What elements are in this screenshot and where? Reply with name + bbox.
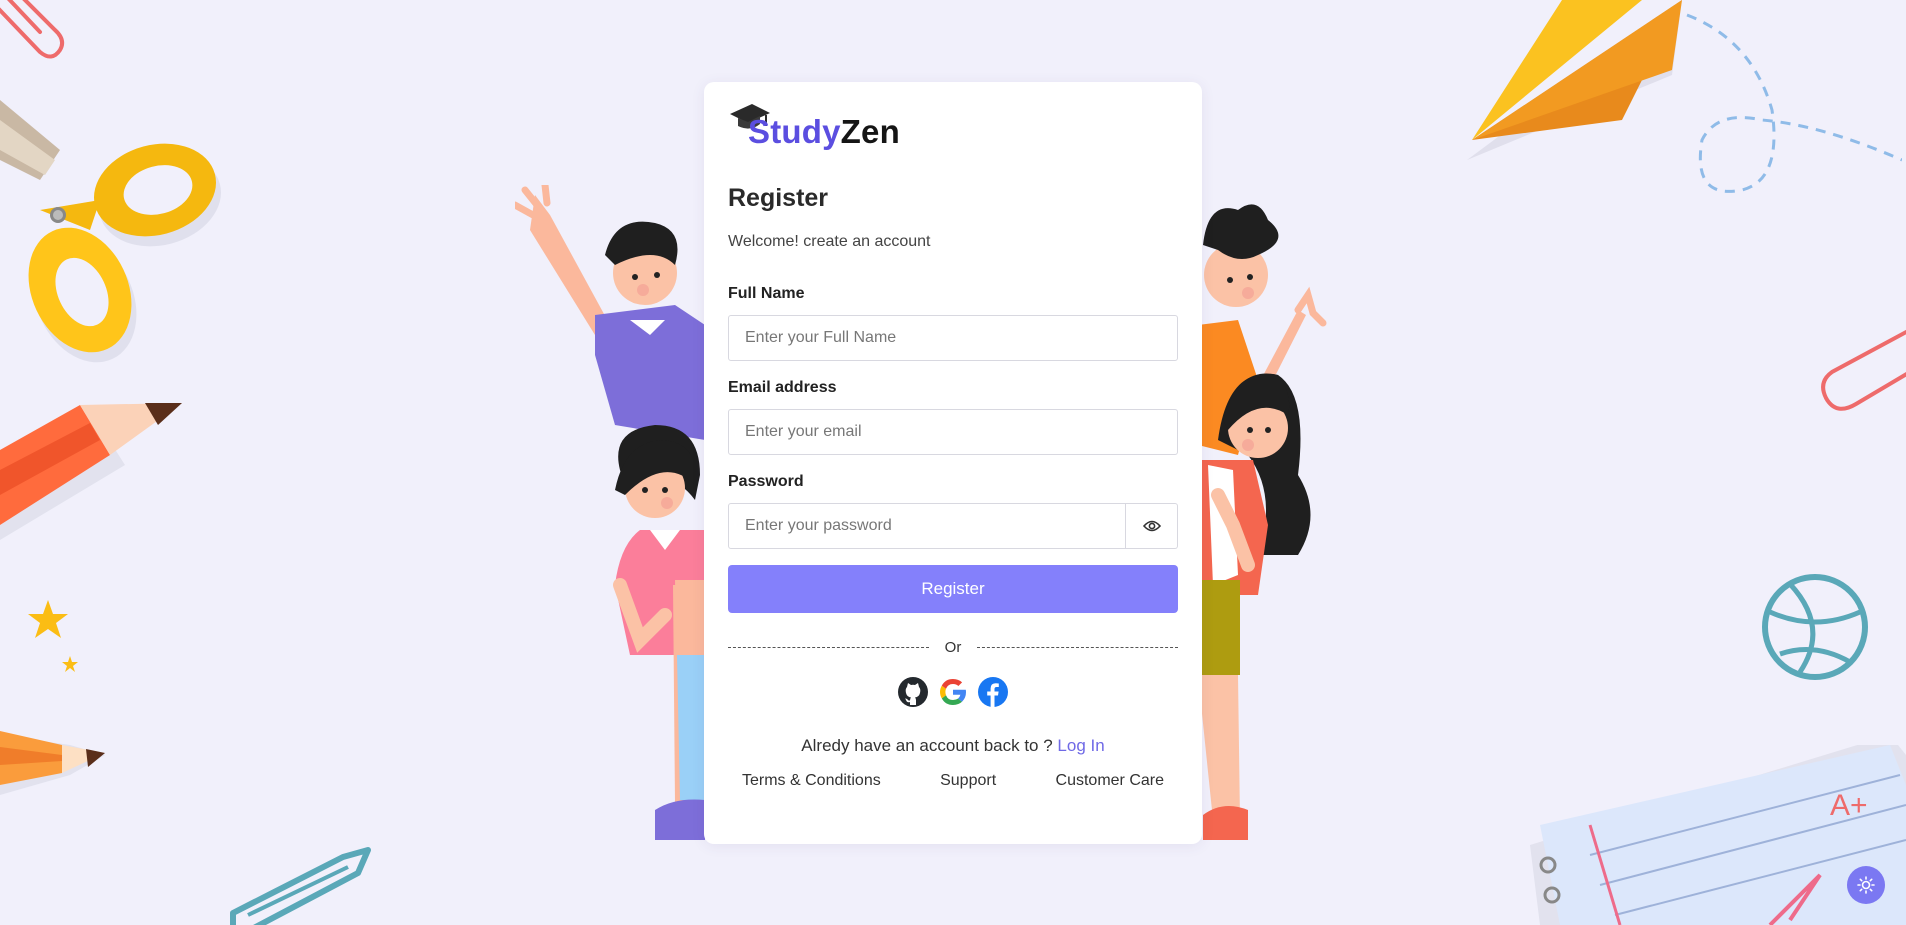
notebook-illustration: A+ bbox=[1530, 745, 1906, 925]
fullname-label: Full Name bbox=[728, 285, 805, 302]
divider-text: Or bbox=[944, 639, 962, 656]
students-left-illustration bbox=[515, 185, 705, 840]
divider-line-right bbox=[977, 647, 1179, 648]
login-prompt: Alredy have an account back to ? Log In bbox=[728, 736, 1178, 756]
theme-toggle-button[interactable] bbox=[1847, 866, 1885, 904]
facebook-login-button[interactable] bbox=[977, 676, 1009, 708]
email-label: Email address bbox=[728, 379, 837, 396]
register-card: StudyZen Register Welcome! create an acc… bbox=[704, 82, 1202, 844]
or-divider: Or bbox=[728, 639, 1179, 656]
login-link[interactable]: Log In bbox=[1057, 736, 1104, 755]
social-login-row bbox=[728, 676, 1178, 708]
toggle-password-button[interactable] bbox=[1126, 503, 1178, 549]
brand-name: StudyZen bbox=[748, 112, 900, 152]
sun-icon bbox=[1857, 876, 1875, 894]
pencil-small-illustration bbox=[0, 731, 105, 795]
brand-logo: StudyZen bbox=[730, 104, 1178, 152]
page-title: Register bbox=[728, 184, 829, 212]
page-subtitle: Welcome! create an account bbox=[728, 233, 931, 250]
paper-plane-illustration bbox=[1467, 0, 1902, 193]
login-prompt-text: Alredy have an account back to ? bbox=[801, 736, 1053, 755]
google-login-button[interactable] bbox=[937, 676, 969, 708]
brand-name-part1: Study bbox=[748, 113, 841, 150]
divider-line-left bbox=[728, 647, 929, 648]
password-label: Password bbox=[728, 473, 804, 490]
facebook-icon bbox=[978, 677, 1008, 707]
support-link[interactable]: Support bbox=[940, 772, 996, 790]
terms-link[interactable]: Terms & Conditions bbox=[742, 772, 881, 790]
email-input[interactable] bbox=[728, 409, 1178, 455]
svg-text:A+: A+ bbox=[1830, 789, 1868, 822]
brand-name-part2: Zen bbox=[840, 113, 900, 150]
paperclip-right-illustration bbox=[1821, 329, 1906, 411]
basketball-illustration bbox=[1762, 574, 1868, 680]
google-icon bbox=[940, 679, 966, 705]
eye-icon bbox=[1142, 520, 1161, 532]
pencil-outline-illustration bbox=[230, 847, 371, 925]
star-icons bbox=[28, 600, 78, 672]
password-input[interactable] bbox=[728, 503, 1126, 549]
customer-care-link[interactable]: Customer Care bbox=[1056, 772, 1164, 790]
register-button[interactable]: Register bbox=[728, 565, 1178, 613]
password-row bbox=[728, 503, 1178, 549]
paperclip-top-left-illustration bbox=[0, 0, 65, 59]
github-icon bbox=[898, 677, 928, 707]
footer-links: Terms & Conditions Support Customer Care bbox=[728, 772, 1178, 790]
github-login-button[interactable] bbox=[897, 676, 929, 708]
students-right-illustration bbox=[1198, 204, 1327, 840]
pencil-orange-illustration bbox=[0, 403, 182, 540]
scissors-illustration bbox=[0, 100, 222, 363]
fullname-input[interactable] bbox=[728, 315, 1178, 361]
